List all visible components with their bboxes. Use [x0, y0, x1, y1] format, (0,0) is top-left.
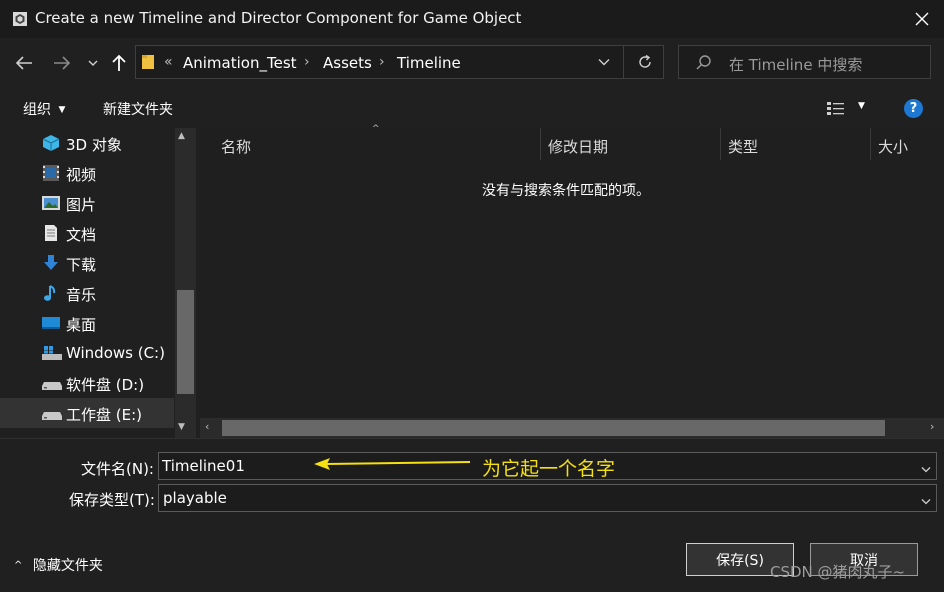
search-box[interactable]: 在 Timeline 中搜索 [678, 45, 931, 79]
annotation-text: 为它起一个名字 [482, 458, 616, 480]
download-icon [41, 254, 61, 272]
column-header-type[interactable]: 类型 [728, 136, 758, 157]
drive-icon [41, 404, 62, 422]
breadcrumb-overflow[interactable]: « [164, 54, 173, 70]
address-bar[interactable]: « Animation_Test › Assets › Timeline [135, 45, 664, 79]
sidebar-item-3d-objects[interactable]: 3D 对象 [0, 128, 174, 158]
sidebar-item-pictures[interactable]: 图片 [0, 188, 174, 218]
sidebar-item-label: 音乐 [66, 286, 97, 304]
arrow-up-icon [112, 54, 126, 71]
arrow-left-icon [15, 56, 32, 70]
sidebar-item-desktop[interactable]: 桌面 [0, 308, 174, 338]
music-icon [41, 284, 61, 302]
up-button[interactable] [105, 48, 133, 78]
sidebar-item-partial: … [0, 428, 174, 438]
filetype-dropdown-button[interactable] [921, 494, 931, 510]
folder-icon [142, 54, 154, 70]
help-icon[interactable]: ? [904, 99, 923, 118]
column-header-modified[interactable]: 修改日期 [548, 136, 608, 157]
sidebar-item-label: 3D 对象 [66, 136, 122, 154]
view-options-button[interactable]: ▼ [826, 99, 868, 117]
caret-down-icon: ▼ [58, 105, 66, 115]
chevron-down-icon [921, 499, 931, 505]
navigation-pane: 3D 对象 视频 图片 文档 下载 音乐 桌面 Windows (C:) 软件盘… [0, 128, 196, 438]
breadcrumb-separator: › [379, 54, 385, 70]
picture-icon [41, 194, 61, 212]
forward-button[interactable] [48, 48, 76, 78]
filename-label: 文件名(N): [81, 460, 154, 478]
window-title: Create a new Timeline and Director Compo… [35, 9, 522, 27]
sidebar-item-music[interactable]: 音乐 [0, 278, 174, 308]
sidebar-item-label: 桌面 [66, 316, 97, 334]
caret-down-icon: ▼ [858, 101, 865, 111]
sidebar-item-drive-e[interactable]: 工作盘 (E:) [0, 398, 174, 428]
recent-locations-button[interactable] [80, 48, 106, 78]
refresh-button[interactable] [634, 52, 656, 72]
sidebar-item-label: 下载 [66, 256, 97, 274]
column-divider[interactable] [720, 128, 721, 160]
hide-folders-toggle[interactable]: ^ 隐藏文件夹 [14, 555, 103, 575]
sidebar-scrollbar-thumb[interactable] [177, 290, 194, 394]
sidebar-item-videos[interactable]: 视频 [0, 158, 174, 188]
horizontal-scrollbar-thumb[interactable] [222, 420, 885, 436]
breadcrumb-animation-test[interactable]: Animation_Test [183, 54, 297, 72]
desktop-icon [41, 314, 61, 332]
video-icon [41, 164, 61, 182]
refresh-icon [639, 54, 651, 68]
breadcrumb-assets[interactable]: Assets [323, 54, 372, 72]
empty-results-message: 没有与搜索条件匹配的项。 [482, 183, 650, 199]
cube-icon [41, 134, 61, 152]
filetype-label: 保存类型(T): [69, 491, 155, 509]
scroll-down-icon[interactable]: ▼ [178, 422, 185, 432]
new-folder-button[interactable]: 新建文件夹 [103, 99, 173, 119]
column-header-name[interactable]: 名称 [221, 136, 251, 157]
filetype-select[interactable]: playable [158, 484, 937, 512]
filename-dropdown-button[interactable] [921, 462, 931, 478]
annotation-arrow [312, 456, 472, 472]
document-icon [41, 224, 61, 242]
organize-menu-button[interactable]: 组织 ▼ [23, 99, 65, 119]
back-button[interactable] [10, 48, 38, 78]
sidebar-item-documents[interactable]: 文档 [0, 218, 174, 248]
sort-ascending-icon: ^ [372, 124, 380, 134]
chevron-up-icon: ^ [14, 560, 23, 571]
column-divider[interactable] [540, 128, 541, 160]
close-icon [915, 12, 929, 26]
drive-icon [41, 374, 62, 392]
column-divider[interactable] [870, 128, 871, 160]
sidebar-item-label: 图片 [66, 196, 97, 214]
filetype-value: playable [163, 489, 227, 507]
sidebar-item-label: 文档 [66, 226, 97, 244]
sidebar-item-label: 视频 [66, 166, 97, 184]
column-header-size[interactable]: 大小 [878, 136, 908, 157]
details-view-icon [827, 102, 844, 115]
sidebar-item-downloads[interactable]: 下载 [0, 248, 174, 278]
sidebar-item-windows-c[interactable]: Windows (C:) [0, 338, 174, 368]
file-list [200, 128, 944, 418]
sidebar-item-label: 工作盘 (E:) [66, 406, 143, 424]
organize-label: 组织 [23, 102, 51, 118]
scroll-up-icon[interactable]: ▲ [178, 131, 185, 141]
sidebar-item-drive-d[interactable]: 软件盘 (D:) [0, 368, 174, 398]
scroll-right-icon[interactable]: › [930, 420, 934, 433]
hide-folders-label: 隐藏文件夹 [32, 558, 103, 574]
close-button[interactable] [906, 6, 938, 32]
address-dropdown-button[interactable] [594, 54, 614, 70]
windows-drive-icon [41, 344, 62, 362]
sidebar-item-label: 软件盘 (D:) [66, 376, 145, 394]
sidebar-item-label: Windows (C:) [66, 344, 165, 362]
search-icon [695, 54, 713, 72]
arrow-right-icon [54, 56, 71, 70]
watermark-text: CSDN @猪肉丸子~ [770, 563, 906, 581]
chevron-down-icon [921, 467, 931, 473]
search-placeholder: 在 Timeline 中搜索 [729, 56, 863, 74]
breadcrumb-timeline[interactable]: Timeline [397, 54, 461, 72]
unity-app-icon [12, 11, 28, 27]
chevron-down-icon [598, 59, 610, 66]
scroll-left-icon[interactable]: ‹ [205, 420, 209, 433]
address-divider [623, 46, 624, 78]
breadcrumb-separator: › [304, 54, 310, 70]
chevron-down-icon [88, 60, 98, 66]
